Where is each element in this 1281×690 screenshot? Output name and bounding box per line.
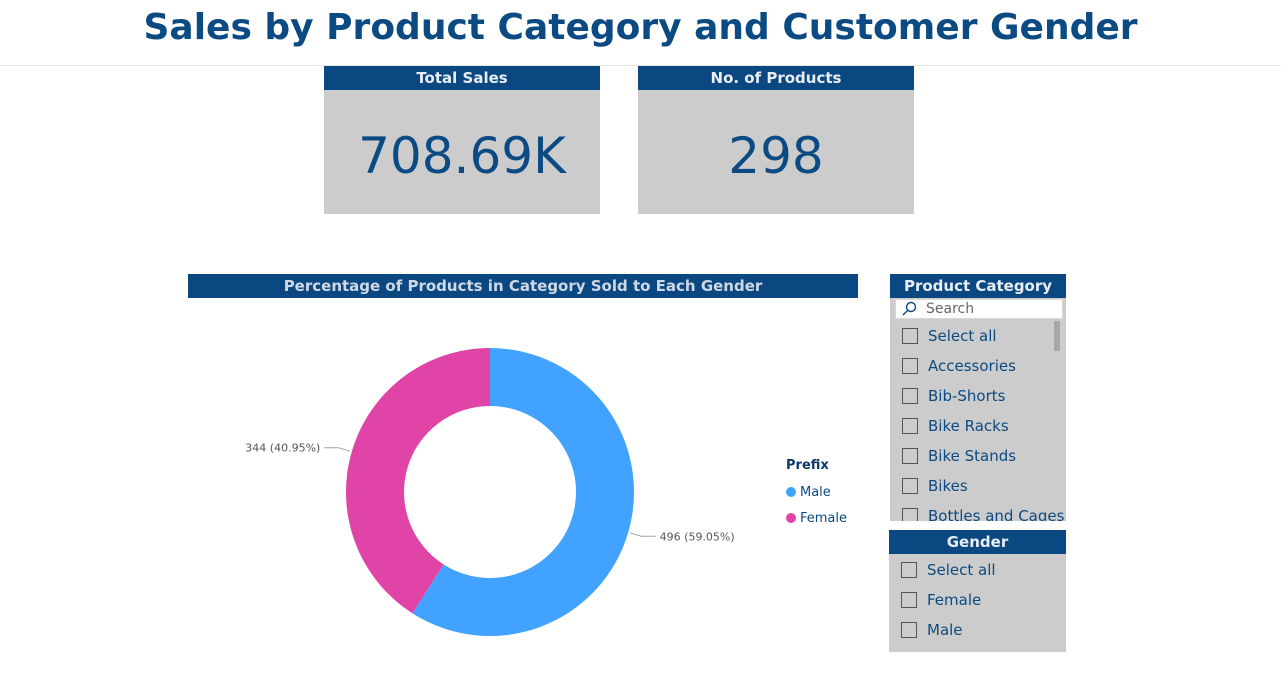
gender-item-label: Select all: [927, 561, 996, 579]
category-item-bike-stands[interactable]: Bike Stands: [902, 441, 1052, 471]
gender-slicer[interactable]: Gender Select all Female Male: [889, 530, 1066, 652]
category-list: Select all Accessories Bib-Shorts Bike Rack…: [902, 321, 1064, 521]
checkbox[interactable]: [902, 388, 918, 404]
num-products-value: 298: [728, 127, 824, 185]
num-products-label: No. of Products: [638, 66, 914, 90]
num-products-card[interactable]: No. of Products 298: [638, 66, 914, 214]
donut-slice-female[interactable]: [346, 348, 490, 614]
category-item-label: Bikes: [928, 477, 968, 495]
product-category-slicer-title: Product Category: [890, 274, 1066, 298]
checkbox[interactable]: [902, 478, 918, 494]
category-item-bottles-and-cages[interactable]: Bottles and Cages: [902, 501, 1064, 521]
checkbox[interactable]: [902, 418, 918, 434]
donut-chart-title: Percentage of Products in Category Sold …: [188, 274, 858, 298]
category-item-bib-shorts[interactable]: Bib-Shorts: [902, 381, 1052, 411]
search-placeholder: Search: [926, 301, 975, 317]
category-item-select-all[interactable]: Select all: [902, 321, 1052, 351]
gender-item-select-all[interactable]: Select all: [901, 555, 1051, 585]
data-label-female: 344 (40.95%): [245, 442, 320, 455]
checkbox[interactable]: [901, 562, 917, 578]
category-item-label: Select all: [928, 327, 997, 345]
page-title: Sales by Product Category and Customer G…: [143, 7, 1138, 48]
gender-item-female[interactable]: Female: [901, 585, 1051, 615]
legend-label: Male: [800, 484, 831, 500]
legend-dot: [786, 487, 796, 497]
category-item-accessories[interactable]: Accessories: [902, 351, 1052, 381]
data-label-leader-line: [630, 532, 656, 537]
checkbox[interactable]: [902, 448, 918, 464]
product-category-slicer[interactable]: Product Category Search Select all Access…: [890, 274, 1066, 521]
gender-item-label: Female: [927, 591, 982, 609]
category-item-bikes[interactable]: Bikes: [902, 471, 1052, 501]
slicer-search-input[interactable]: Search: [895, 299, 1063, 319]
legend-dot: [786, 513, 796, 523]
category-item-label: Accessories: [928, 357, 1016, 375]
category-item-label: Bib-Shorts: [928, 387, 1006, 405]
total-sales-card[interactable]: Total Sales 708.69K: [324, 66, 600, 214]
total-sales-value: 708.69K: [358, 127, 566, 185]
category-item-label: Bike Stands: [928, 447, 1017, 465]
donut-chart[interactable]: 496 (59.05%) 344 (40.95%): [188, 300, 788, 660]
total-sales-label: Total Sales: [324, 66, 600, 90]
donut-legend: Prefix Male Female: [786, 458, 847, 531]
category-item-label: Bike Racks: [928, 417, 1009, 435]
category-item-bike-racks[interactable]: Bike Racks: [902, 411, 1052, 441]
category-scrollbar[interactable]: [1054, 321, 1060, 351]
data-label-male: 496 (59.05%): [660, 530, 735, 543]
legend-title: Prefix: [786, 458, 829, 473]
gender-item-label: Male: [927, 621, 963, 639]
gender-slicer-title: Gender: [889, 530, 1066, 554]
search-icon: [902, 301, 917, 316]
checkbox[interactable]: [902, 328, 918, 344]
legend-item-female[interactable]: Female: [786, 505, 847, 531]
gender-item-male[interactable]: Male: [901, 615, 1051, 645]
checkbox[interactable]: [902, 358, 918, 374]
data-label-leader-line: [324, 447, 350, 452]
category-item-label: Bottles and Cages: [928, 507, 1065, 521]
legend-label: Female: [800, 510, 848, 526]
legend-item-male[interactable]: Male: [786, 479, 847, 505]
checkbox[interactable]: [901, 622, 917, 638]
gender-list: Select all Female Male: [901, 555, 1051, 645]
checkbox[interactable]: [902, 508, 918, 521]
checkbox[interactable]: [901, 592, 917, 608]
